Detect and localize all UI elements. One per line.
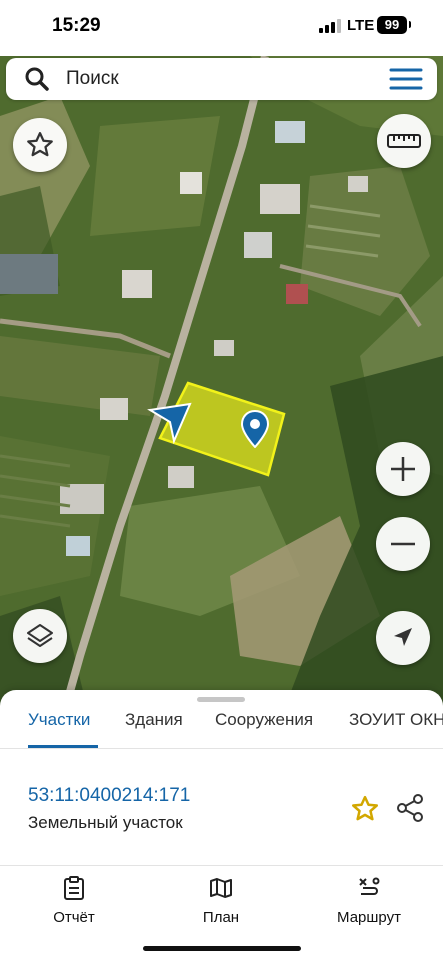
tab-parcels[interactable]: Участки [28,710,90,730]
zoom-out-button[interactable] [376,517,430,571]
map-terrain [0,56,443,720]
clipboard-icon [64,876,84,900]
tab-bar: Участки Здания Сооружения ЗОУИТ ОКН [0,702,443,748]
ruler-icon [387,134,421,148]
signal-icon [319,19,341,33]
status-time: 15:29 [52,15,101,36]
battery-icon: 99 [377,16,407,34]
navigation-arrow-icon [394,628,412,646]
layers-icon [27,624,53,647]
minus-icon [391,542,415,546]
favorite-button[interactable] [13,118,67,172]
route-icon [359,877,380,895]
content-divider [0,865,443,866]
nav-plan-label: План [202,909,240,926]
nav-report-label: Отчёт [53,909,95,926]
search-icon[interactable] [24,66,50,92]
search-input[interactable]: Поиск [66,68,119,90]
status-bar: 15:29 LTE 99 [0,0,443,56]
ruler-button[interactable] [377,114,431,168]
menu-icon[interactable] [389,67,423,91]
nav-report[interactable]: Отчёт [38,876,110,926]
nav-plan[interactable]: План [186,876,256,926]
nav-route-label: Маршрут [337,909,401,926]
zoom-in-button[interactable] [376,442,430,496]
battery-tip [409,21,411,28]
plus-icon [391,457,415,481]
satellite-map[interactable] [0,56,443,720]
tab-structures[interactable]: Сооружения [215,710,313,730]
home-indicator [143,946,301,951]
tab-zouit-okn[interactable]: ЗОУИТ ОКН [349,710,443,730]
layers-button[interactable] [13,609,67,663]
star-outline-icon [27,132,53,157]
search-bar[interactable]: Поиск [6,58,437,100]
location-pin-icon[interactable] [241,410,269,448]
network-label: LTE [347,17,375,34]
map-icon [210,878,232,898]
tab-divider [0,748,443,749]
nav-route[interactable]: Маршрут [326,876,412,926]
star-favorite-icon[interactable] [350,794,380,824]
parcel-cadastral-number[interactable]: 53:11:0400214:171 [28,785,190,807]
tab-buildings[interactable]: Здания [125,710,183,730]
locate-button[interactable] [376,611,430,665]
share-icon[interactable] [396,793,424,823]
parcel-type: Земельный участок [28,813,183,832]
